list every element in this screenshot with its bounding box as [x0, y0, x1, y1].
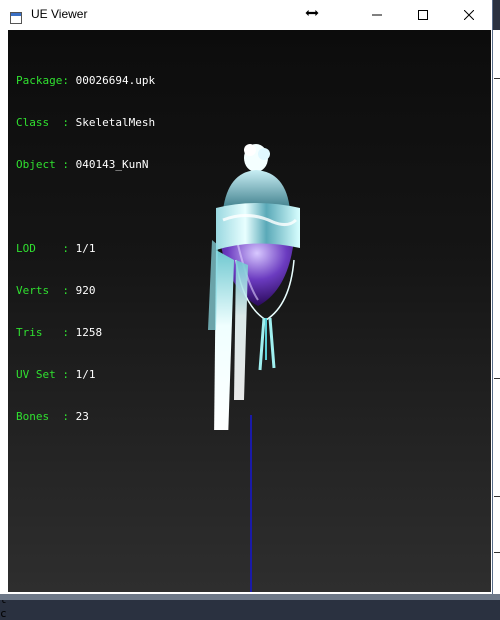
bones-value: 23 [75, 410, 89, 423]
background-char: c [0, 607, 7, 620]
ue-viewer-window: UE Viewer Package: 00026694.upk Class : … [0, 0, 492, 594]
mesh-info-overlay: Package: 00026694.upk Class : SkeletalMe… [16, 46, 155, 452]
bone-axis-line [250, 415, 252, 592]
lod-value: 1/1 [75, 242, 96, 255]
skeletal-mesh-model [208, 144, 300, 430]
object-label: Object : [16, 158, 69, 171]
background-window-right-strip [492, 30, 500, 600]
3d-viewport[interactable]: Package: 00026694.upk Class : SkeletalMe… [8, 30, 491, 592]
close-button[interactable] [446, 0, 492, 30]
title-bar[interactable]: UE Viewer [0, 0, 492, 30]
package-value: 00026694.upk [75, 74, 156, 87]
tris-label: Tris : [16, 326, 69, 339]
minimize-icon [372, 14, 382, 16]
class-value: SkeletalMesh [75, 116, 156, 129]
maximize-button[interactable] [400, 0, 446, 30]
minimize-button[interactable] [354, 0, 400, 30]
uvset-value: 1/1 [75, 368, 96, 381]
class-label: Class : [16, 116, 69, 129]
bones-label: Bones : [16, 410, 69, 423]
resize-cursor-icon [304, 4, 320, 18]
verts-label: Verts : [16, 284, 69, 297]
lod-label: LOD : [16, 242, 69, 255]
desktop-bottom-edge [0, 594, 500, 600]
close-icon [464, 10, 474, 20]
tris-value: 1258 [75, 326, 103, 339]
package-label: Package: [16, 74, 69, 87]
window-title: UE Viewer [31, 7, 88, 21]
object-value: 040143_KunN [75, 158, 149, 171]
maximize-icon [418, 10, 428, 20]
verts-value: 920 [75, 284, 96, 297]
app-icon [10, 9, 22, 24]
uvset-label: UV Set : [16, 368, 69, 381]
